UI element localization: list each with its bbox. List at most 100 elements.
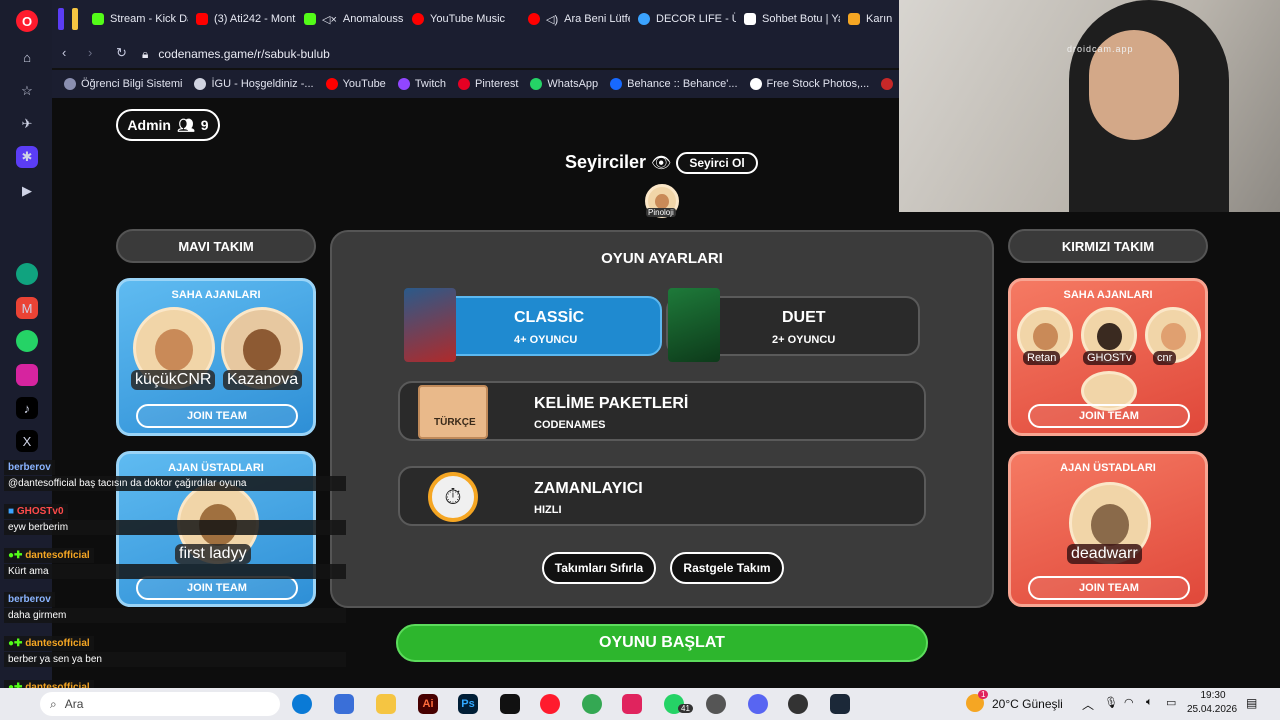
whatsapp-icon[interactable]: [16, 330, 38, 352]
avatar-face: [243, 329, 281, 371]
tab-2[interactable]: ◁× Anomalouss V: [296, 4, 404, 34]
card-title: AJAN ÜSTADLARI: [1060, 462, 1156, 474]
obs-icon[interactable]: [788, 694, 808, 714]
edge-icon[interactable]: [292, 694, 312, 714]
join-team-button[interactable]: JOIN TEAM: [136, 404, 298, 428]
photoshop-icon[interactable]: Ps: [458, 694, 478, 714]
player-icon[interactable]: ▶: [16, 180, 38, 202]
card-title: SAHA AJANLARI: [1063, 289, 1153, 301]
clock-date[interactable]: 25.04.2026: [1184, 704, 1240, 715]
back-icon[interactable]: ‹: [62, 45, 66, 60]
reload-icon[interactable]: ↻: [116, 45, 127, 61]
chatgpt-icon[interactable]: [16, 263, 38, 285]
bookmark-icon: [749, 78, 762, 90]
bookmark-item[interactable]: Twitch: [397, 78, 446, 90]
youtube-music-icon: [412, 13, 424, 25]
bookmark-icon: [64, 78, 76, 90]
app-icon[interactable]: [622, 694, 642, 714]
bookmark-item[interactable]: Free Stock Photos,...: [749, 78, 870, 90]
instagram-icon[interactable]: [16, 364, 38, 386]
bookmark-icon: [397, 78, 410, 90]
spectators-title: Seyirciler: [565, 152, 647, 172]
airplane-icon[interactable]: ✈: [16, 113, 38, 135]
muted-icon[interactable]: ◁×: [322, 13, 337, 26]
chat-message: @dantesofficial baş tacısın da doktor ça…: [4, 476, 346, 491]
site-icon: [848, 13, 860, 25]
avatar-face: [155, 329, 193, 371]
chat-username: ●✚ dantesofficial: [4, 636, 94, 651]
youtube-icon: [196, 13, 208, 25]
wifi-icon[interactable]: ◠: [1124, 696, 1134, 709]
card-title: SAHA AJANLARI: [171, 289, 261, 301]
bookmark-item[interactable]: YouTube: [325, 78, 386, 90]
admin-players-button[interactable]: Admin 👥︎ 9: [116, 109, 220, 141]
duet-subtitle: 2+ OYUNCU: [772, 334, 836, 346]
join-team-button[interactable]: JOIN TEAM: [1028, 576, 1190, 600]
microphone-icon[interactable]: 🎙︎: [1104, 696, 1118, 709]
word-packs-option[interactable]: TÜRKÇE KELİME PAKETLERİ CODENAMES: [398, 381, 926, 441]
x-icon[interactable]: X: [16, 430, 38, 452]
home-icon[interactable]: ⌂: [16, 46, 38, 68]
spectator-name: Pinoloji: [646, 208, 676, 217]
tab-7[interactable]: Karın: [840, 4, 894, 34]
bookmark-item[interactable]: Behance :: Behance'...: [610, 78, 738, 90]
classic-mode-option[interactable]: CLASSİC 4+ OYUNCU: [404, 288, 662, 362]
timer-title: ZAMANLAYICI: [534, 480, 643, 497]
timer-option[interactable]: ⏱︎ ZAMANLAYICI HIZLI: [398, 466, 926, 526]
tab-label: Stream - Kick Dash: [110, 13, 188, 25]
settings-icon[interactable]: [706, 694, 726, 714]
reset-teams-button[interactable]: Takımları Sıfırla: [542, 552, 656, 584]
chat-username-text: dantesofficial: [25, 550, 90, 561]
chrome-icon[interactable]: [582, 694, 602, 714]
bot-icon: [744, 13, 756, 25]
webcam-watermark: droidcam.app: [1067, 44, 1134, 54]
bookmark-item[interactable]: WhatsApp: [530, 78, 598, 90]
app-icon[interactable]: [334, 694, 354, 714]
battery-icon[interactable]: ▭: [1166, 696, 1176, 709]
tab-6[interactable]: Sohbet Botu | Yayı: [736, 4, 840, 34]
notification-icon[interactable]: ▤: [1246, 696, 1257, 710]
tab-3[interactable]: YouTube Music: [404, 4, 520, 34]
forward-icon[interactable]: ›: [88, 45, 92, 60]
bookmark-label: İGU - Hoşgeldiniz -...: [211, 78, 314, 90]
red-operatives-card: SAHA AJANLARI Retan GHOSTv cnr JOIN TEAM: [1008, 278, 1208, 436]
bookmark-label: Behance :: Behance'...: [627, 78, 738, 90]
discord-icon[interactable]: [748, 694, 768, 714]
bookmark-label: Free Stock Photos,...: [766, 78, 870, 90]
star-icon[interactable]: ☆: [16, 80, 38, 102]
clock-time[interactable]: 19:30: [1196, 690, 1230, 701]
lock-icon: 🔒︎: [142, 46, 149, 61]
join-team-button[interactable]: JOIN TEAM: [1028, 404, 1190, 428]
start-game-button[interactable]: OYUNU BAŞLAT: [396, 624, 928, 662]
speaker-icon[interactable]: ◁): [546, 13, 558, 26]
opera-icon[interactable]: [540, 694, 560, 714]
illustrator-icon[interactable]: Ai: [418, 694, 438, 714]
chat-username-text: GHOSTv0: [16, 506, 64, 517]
file-explorer-icon[interactable]: [376, 694, 396, 714]
spectate-button[interactable]: Seyirci Ol: [676, 152, 758, 174]
tiktok-icon[interactable]: ♪: [16, 397, 38, 419]
random-teams-button[interactable]: Rastgele Takım: [670, 552, 784, 584]
player-name: cnr: [1153, 351, 1177, 365]
tab-0[interactable]: Stream - Kick Dash: [84, 4, 188, 34]
tab-5[interactable]: DECOR LIFE - Ücre: [630, 4, 736, 34]
tab-1[interactable]: (3) Ati242 - Monta: [188, 4, 296, 34]
bookmark-icon: [458, 78, 470, 90]
duet-mode-option[interactable]: DUET 2+ OYUNCU: [666, 288, 920, 362]
tab-label: Sohbet Botu | Yayı: [762, 13, 840, 25]
bookmark-item[interactable]: Öğrenci Bilgi Sistemi: [64, 78, 182, 90]
extension-icon[interactable]: ✱: [16, 146, 38, 168]
gmail-icon[interactable]: M: [16, 297, 38, 319]
bookmark-icon: [530, 78, 543, 90]
tray-chevron-icon[interactable]: ︿: [1082, 696, 1094, 713]
url-field[interactable]: 🔒︎ codenames.game/r/sabuk-bulub: [142, 44, 330, 64]
steam-icon[interactable]: [830, 694, 850, 714]
workspace-indicator: [72, 8, 78, 30]
tab-4[interactable]: ◁) Ara Beni Lütfe: [520, 4, 630, 34]
volume-icon[interactable]: 🔈︎: [1146, 696, 1153, 709]
bookmark-item[interactable]: Pinterest: [458, 78, 518, 90]
taskbar-search[interactable]: ⌕ Ara: [40, 692, 280, 716]
bookmark-item[interactable]: İGU - Hoşgeldiniz -...: [194, 78, 314, 90]
capcut-icon[interactable]: [500, 694, 520, 714]
opera-logo-icon[interactable]: O: [16, 10, 38, 32]
